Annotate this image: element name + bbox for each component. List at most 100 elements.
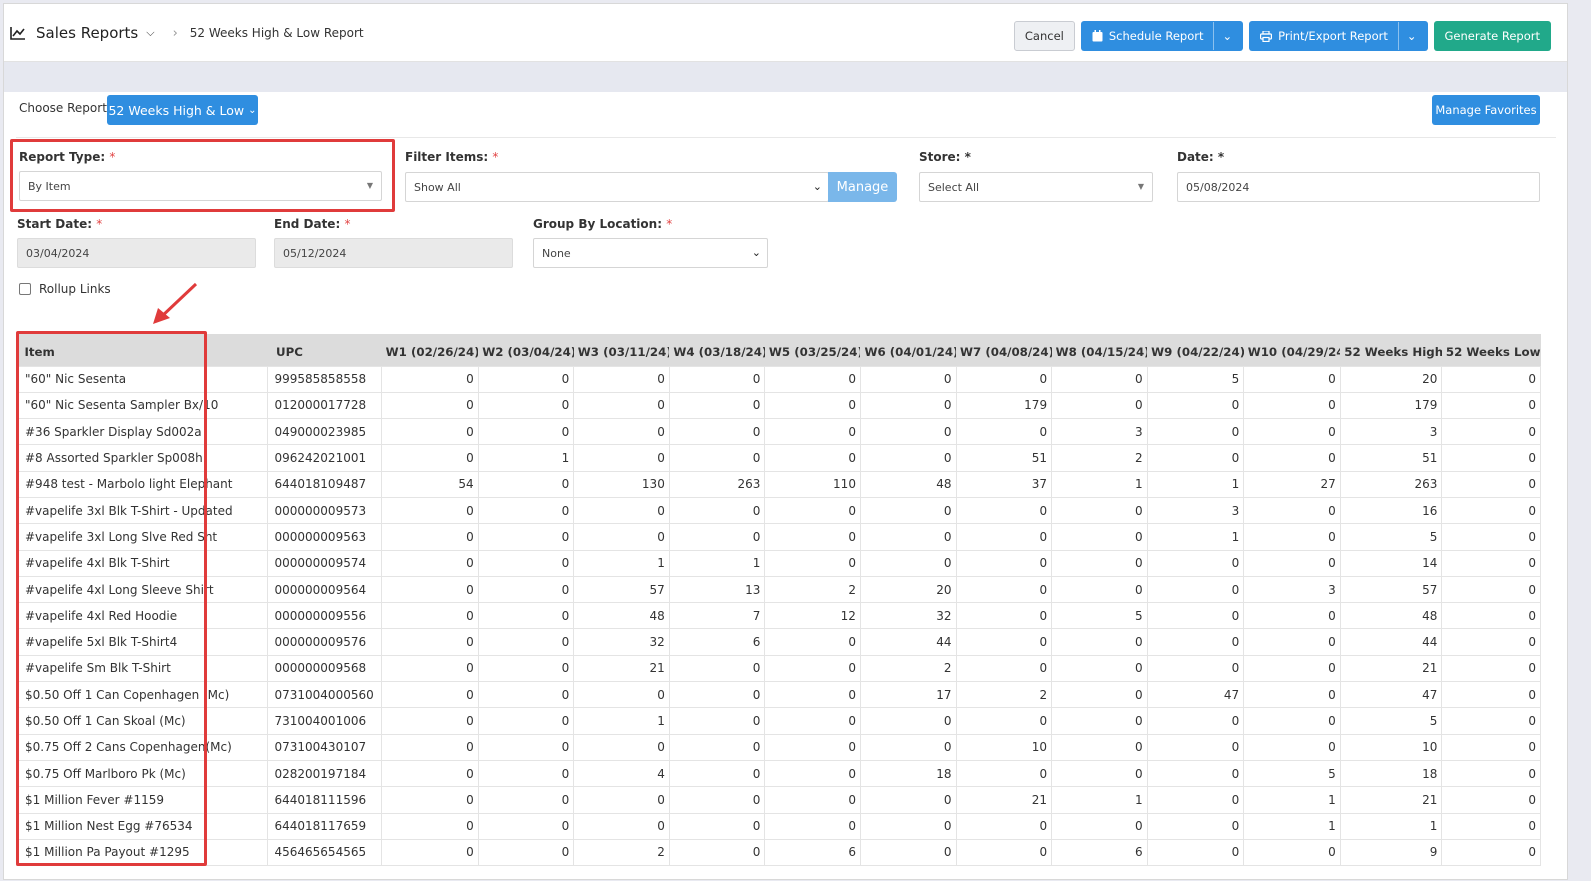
table-row[interactable]: $0.50 Off 1 Can Copenhagen (Mc) 073100400… — [16, 681, 1541, 709]
column-header[interactable]: 52 Weeks Low — [1441, 334, 1541, 366]
choose-report-dropdown[interactable]: 52 Weeks High & Low ⌄ — [107, 95, 258, 125]
column-header[interactable]: W1 (02/26/24) — [381, 334, 479, 366]
table-row[interactable]: #8 Assorted Sparkler Sp008h 096242021001 0… — [16, 444, 1541, 472]
table-row[interactable]: #vapelife 5xl Blk T-Shirt4 000000009576 0 0… — [16, 628, 1541, 656]
value-cell: 0 — [477, 707, 575, 735]
schedule-report-button[interactable]: Schedule Report ⌄ — [1080, 21, 1244, 51]
column-header[interactable]: 52 Weeks High — [1340, 334, 1442, 366]
manage-favorites-button[interactable]: Manage Favorites — [1432, 95, 1540, 125]
item-name-cell: #vapelife 4xl Red Hoodie — [16, 602, 269, 630]
rollup-links-label: Rollup Links — [39, 282, 111, 296]
value-cell: 0 — [477, 418, 575, 446]
value-cell: 51 — [1339, 444, 1443, 472]
table-row[interactable]: #vapelife 4xl Red Hoodie 000000009556 0 0 48… — [16, 602, 1541, 630]
value-cell: 1 — [1051, 470, 1148, 498]
value-cell: 18 — [859, 759, 957, 788]
upc-cell: 000000009573 — [267, 496, 383, 525]
value-cell: 0 — [477, 681, 575, 709]
value-cell: 0 — [477, 391, 575, 420]
column-header[interactable]: W4 (03/18/24) — [669, 334, 765, 366]
column-header[interactable]: W7 (04/08/24) — [956, 334, 1052, 366]
end-date-input[interactable]: 05/12/2024 — [274, 238, 513, 268]
cancel-button-label: Cancel — [1024, 29, 1064, 43]
table-row[interactable]: #vapelife 3xl Blk T-Shirt - Updated 00000… — [16, 496, 1541, 525]
value-cell: 0 — [764, 759, 861, 788]
rollup-links-checkbox[interactable] — [19, 283, 31, 295]
chevron-down-icon[interactable]: ⌵ — [146, 26, 154, 40]
report-table-container[interactable]: Item UPC W1 (02/26/24) W2 (03/04/24) W3 (03/… — [16, 334, 1541, 881]
filter-items-select[interactable]: Show All ⌄ — [405, 172, 829, 202]
column-header[interactable]: W8 (04/15/24) — [1051, 334, 1148, 366]
table-row[interactable]: #36 Sparkler Display Sd002a 049000023985 0… — [16, 418, 1541, 446]
value-cell: 0 — [764, 549, 861, 577]
value-cell: 12 — [764, 602, 861, 630]
store-select[interactable]: Select All ▼ — [919, 172, 1153, 202]
value-cell: 47 — [1146, 681, 1245, 709]
value-cell: 1 — [477, 444, 575, 472]
value-cell: 17 — [859, 681, 957, 709]
value-cell: 0 — [573, 444, 670, 472]
item-name-cell: $0.50 Off 1 Can Copenhagen (Mc) — [16, 681, 269, 709]
value-cell: 44 — [859, 628, 957, 656]
start-date-input[interactable]: 03/04/2024 — [17, 238, 256, 268]
value-cell: 0 — [381, 654, 479, 683]
table-row[interactable]: "60" Nic Sesenta Sampler Bx/10 0120000177… — [16, 391, 1541, 420]
rollup-links-option[interactable]: Rollup Links — [19, 282, 111, 296]
value-cell: 0 — [381, 707, 479, 735]
print-dropdown-chevron-icon[interactable]: ⌄ — [1397, 22, 1417, 50]
value-cell: 0 — [764, 628, 861, 656]
value-cell: 0 — [1441, 759, 1541, 788]
table-row[interactable]: #vapelife 4xl Long Sleeve Shirt 000000009… — [16, 575, 1541, 604]
date-input[interactable]: 05/08/2024 — [1177, 172, 1540, 202]
upc-cell: 000000009574 — [267, 549, 383, 577]
item-name-cell: "60" Nic Sesenta — [16, 365, 269, 393]
table-row[interactable]: #948 test - Marbolo light Elephant 644018… — [16, 470, 1541, 498]
value-cell: 0 — [1243, 549, 1341, 577]
group-by-location-select[interactable]: None ⌄ — [533, 238, 768, 268]
value-cell: 0 — [668, 444, 766, 472]
value-cell: 54 — [381, 470, 479, 498]
manage-filter-button[interactable]: Manage — [828, 172, 897, 202]
table-row[interactable]: $0.50 Off 1 Can Skoal (Mc) 731004001006 0 0… — [16, 707, 1541, 735]
upc-cell: 456465654565 — [267, 838, 383, 867]
table-row[interactable]: $1 Million Nest Egg #76534 644018117659 0 0… — [16, 812, 1541, 840]
value-cell: 21 — [1339, 654, 1443, 683]
cancel-button[interactable]: Cancel — [1013, 21, 1075, 51]
value-cell: 0 — [668, 838, 766, 867]
value-cell: 179 — [955, 391, 1053, 420]
column-header[interactable]: UPC — [267, 334, 382, 366]
column-header[interactable]: W3 (03/11/24) — [573, 334, 670, 366]
value-cell: 130 — [573, 470, 670, 498]
item-name-cell: #vapelife 3xl Long Slve Red Sht — [16, 523, 269, 551]
table-row[interactable]: $0.75 Off 2 Cans Copenhagen(Mc) 073100430… — [16, 733, 1541, 761]
upc-cell: 049000023985 — [267, 418, 383, 446]
value-cell: 18 — [1339, 759, 1443, 788]
table-row[interactable]: #vapelife Sm Blk T-Shirt 000000009568 0 0 21… — [16, 654, 1541, 683]
column-header[interactable]: W9 (04/22/24) — [1147, 334, 1244, 366]
value-cell: 16 — [1339, 496, 1443, 525]
column-header[interactable]: W10 (04/29/24) — [1243, 334, 1341, 366]
column-header[interactable]: W2 (03/04/24) — [478, 334, 574, 366]
item-name-cell: $0.75 Off 2 Cans Copenhagen(Mc) — [16, 733, 269, 761]
value-cell: 0 — [859, 733, 957, 761]
value-cell: 0 — [477, 602, 575, 630]
start-date-value: 03/04/2024 — [26, 246, 90, 260]
print-export-button[interactable]: Print/Export Report ⌄ — [1249, 21, 1428, 51]
column-header[interactable]: Item — [16, 334, 268, 366]
column-header[interactable]: W5 (03/25/24) — [764, 334, 861, 366]
value-cell: 0 — [477, 470, 575, 498]
value-cell: 0 — [764, 707, 861, 735]
value-cell: 47 — [1339, 681, 1443, 709]
table-row[interactable]: "60" Nic Sesenta 999585858558 0 0 0 0 0 0 0 0 5 0 20… — [16, 365, 1541, 393]
value-cell: 27 — [1243, 470, 1341, 498]
module-title[interactable]: Sales Reports — [36, 24, 138, 42]
table-row[interactable]: $0.75 Off Marlboro Pk (Mc) 028200197184 0 0… — [16, 759, 1541, 788]
column-header[interactable]: W6 (04/01/24) — [860, 334, 957, 366]
table-row[interactable]: #vapelife 4xl Blk T-Shirt 000000009574 0 0 1… — [16, 549, 1541, 577]
generate-report-button[interactable]: Generate Report — [1433, 21, 1551, 51]
table-row[interactable]: $1 Million Pa Payout #1295 456465654565 0 0… — [16, 838, 1541, 867]
table-row[interactable]: $1 Million Fever #1159 644018111596 0 0 0 0 0 0… — [16, 786, 1541, 814]
value-cell: 0 — [1146, 786, 1245, 814]
schedule-dropdown-chevron-icon[interactable]: ⌄ — [1213, 22, 1232, 50]
table-row[interactable]: #vapelife 3xl Long Slve Red Sht 000000009… — [16, 523, 1541, 551]
